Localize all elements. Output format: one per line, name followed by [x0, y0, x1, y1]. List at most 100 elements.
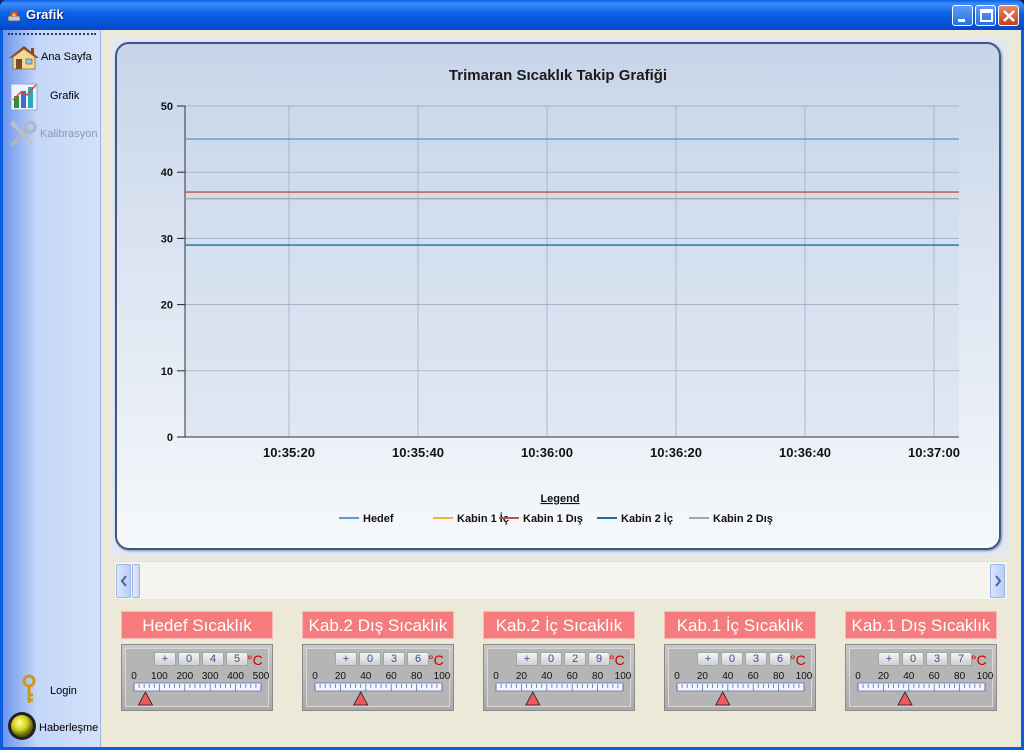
gauge-scale-label: 80 — [954, 671, 966, 682]
gauge-digit: 2 — [564, 652, 586, 666]
gauge-unit: °C — [971, 652, 987, 668]
gauge-scale-label: 100 — [796, 671, 813, 682]
maximize-button[interactable] — [975, 5, 996, 26]
gauge-scale-label: 400 — [227, 671, 244, 682]
gauge-scale-label: 20 — [697, 671, 709, 682]
legend-label: Hedef — [363, 513, 394, 525]
gauge-digit: 4 — [202, 652, 224, 666]
maximize-icon — [980, 9, 993, 22]
temperature-gauge: Kab.1 Dış Sıcaklık +0 3 7 °C 0 20 40 60 80 100 — [845, 611, 997, 713]
gauge-scale-label: 60 — [929, 671, 941, 682]
gauge-title: Kab.1 Dış Sıcaklık — [845, 611, 997, 639]
bar-chart-icon — [10, 83, 38, 111]
gauge-body: +0 3 7 °C 0 20 40 60 80 100 — [845, 644, 997, 711]
login-button[interactable]: Login — [7, 673, 99, 707]
y-tick-label: 10 — [161, 366, 173, 378]
temperature-gauge: Kab.1 İç Sıcaklık +0 3 6 °C 0 20 40 60 80 100 — [664, 611, 816, 713]
close-button[interactable] — [998, 5, 1019, 26]
x-tick-label: 10:36:00 — [521, 445, 573, 460]
gauge-sign: + — [335, 652, 357, 666]
y-tick-label: 30 — [161, 233, 173, 245]
gauge-readout: +0 3 7 — [878, 652, 974, 666]
gauge-scale-label: 60 — [386, 671, 398, 682]
scroll-thumb[interactable] — [132, 564, 140, 598]
gauge-digit: 3 — [926, 652, 948, 666]
chart: Trimaran Sıcaklık Takip Grafiği 0 10 20 30 4… — [161, 67, 960, 525]
gauge-readout: +0 3 6 — [697, 652, 793, 666]
app-window: Grafik Ana Sayfa Grafik Kalibrasyon Logi… — [0, 0, 1024, 750]
x-tick-label: 10:36:20 — [650, 445, 702, 460]
gauge-scale-label: 20 — [878, 671, 890, 682]
gauge-scale: 0 100 200 300 400 500 — [131, 671, 270, 706]
gauge-body: +0 4 5 °C 0 100 200 300 400 500 — [121, 644, 273, 711]
gauge-unit: °C — [428, 652, 444, 668]
gauge-body: +0 3 6 °C 0 20 40 60 80 100 — [664, 644, 816, 711]
y-tick-label: 20 — [161, 300, 173, 312]
gauge-face: +0 4 5 °C 0 100 200 300 400 500 — [125, 648, 270, 707]
plot-area: 0 10 20 30 40 50 10:35:20 10:35:40 10:36:00 10:36… — [161, 101, 960, 460]
y-tick-label: 50 — [161, 101, 173, 113]
gauge-digit: 0 — [902, 652, 924, 666]
gauge-pointer — [525, 691, 541, 706]
scroll-right-button[interactable] — [990, 564, 1005, 598]
gauge-scale: 0 20 40 60 80 100 — [674, 671, 813, 706]
sidebar-item-kalibrasyon: Kalibrasyon — [7, 118, 99, 152]
communication-status[interactable]: Haberleşme — [7, 710, 99, 744]
gauge-readout: +0 2 9 — [516, 652, 612, 666]
gauge-scale-label: 20 — [516, 671, 528, 682]
sidebar-item-grafik[interactable]: Grafik — [7, 80, 99, 114]
horizontal-scrollbar[interactable] — [115, 561, 1007, 599]
x-tick-label: 10:36:40 — [779, 445, 831, 460]
status-light-icon — [8, 712, 36, 740]
gauge-scale-label: 60 — [748, 671, 760, 682]
chart-title: Trimaran Sıcaklık Takip Grafiği — [449, 67, 667, 84]
gauge-pointer — [137, 691, 154, 706]
gauge-scale: 0 20 40 60 80 100 — [312, 671, 451, 706]
gauge-digit: 6 — [407, 652, 429, 666]
gauge-pointer — [353, 691, 369, 706]
gauge-readout: +0 3 6 — [335, 652, 431, 666]
scroll-left-button[interactable] — [116, 564, 131, 598]
gauge-digit: 0 — [540, 652, 562, 666]
x-tick-label: 10:35:20 — [263, 445, 315, 460]
plot-background — [185, 106, 959, 437]
title-bar[interactable]: Grafik — [0, 0, 1024, 30]
gauge-scale-label: 500 — [253, 671, 270, 682]
sidebar: Ana Sayfa Grafik Kalibrasyon Login Haber… — [3, 30, 101, 747]
gauge-pointer — [715, 691, 731, 706]
gauge-face: +0 3 6 °C 0 20 40 60 80 100 — [668, 648, 813, 707]
minimize-button[interactable] — [952, 5, 973, 26]
gauge-digit: 9 — [588, 652, 610, 666]
sidebar-item-ana-sayfa[interactable]: Ana Sayfa — [7, 42, 99, 76]
gauge-scale-label: 100 — [434, 671, 451, 682]
gauge-scale-label: 40 — [722, 671, 734, 682]
gauge-scale-label: 100 — [151, 671, 168, 682]
communication-label: Haberleşme — [39, 722, 99, 734]
gauge-face: +0 3 7 °C 0 20 40 60 80 100 — [849, 648, 994, 707]
minimize-icon — [958, 19, 965, 22]
chevron-right-icon — [995, 575, 1002, 587]
gauge-scale-label: 40 — [360, 671, 372, 682]
temperature-gauge: Kab.2 İç Sıcaklık +0 2 9 °C 0 20 40 60 80 100 — [483, 611, 635, 713]
legend-label: Kabin 2 İç — [621, 512, 673, 525]
gauge-sign: + — [697, 652, 719, 666]
gauge-scale: 0 20 40 60 80 100 — [855, 671, 994, 706]
y-tick-label: 40 — [161, 167, 173, 179]
gauge-digit: 0 — [178, 652, 200, 666]
gauge-scale-label: 100 — [977, 671, 994, 682]
gauge-readout: +0 4 5 — [154, 652, 250, 666]
gauge-title: Kab.2 İç Sıcaklık — [483, 611, 635, 639]
gauge-title: Kab.2 Dış Sıcaklık — [302, 611, 454, 639]
chart-panel: Trimaran Sıcaklık Takip Grafiği 0 10 20 30 4… — [111, 38, 1009, 558]
gauge-scale-label: 200 — [176, 671, 193, 682]
gauge-unit: °C — [247, 652, 263, 668]
gauge-unit: °C — [609, 652, 625, 668]
gauge-scale-label: 60 — [567, 671, 579, 682]
gauge-scale-label: 20 — [335, 671, 347, 682]
chart-frame: Trimaran Sıcaklık Takip Grafiği 0 10 20 30 4… — [115, 42, 1001, 550]
sidebar-item-label: Kalibrasyon — [40, 128, 98, 140]
gauge-scale-label: 300 — [202, 671, 219, 682]
gauge-digit: 7 — [950, 652, 972, 666]
legend-label: Kabin 2 Dış — [713, 513, 773, 525]
gauge-scale-label: 100 — [615, 671, 632, 682]
